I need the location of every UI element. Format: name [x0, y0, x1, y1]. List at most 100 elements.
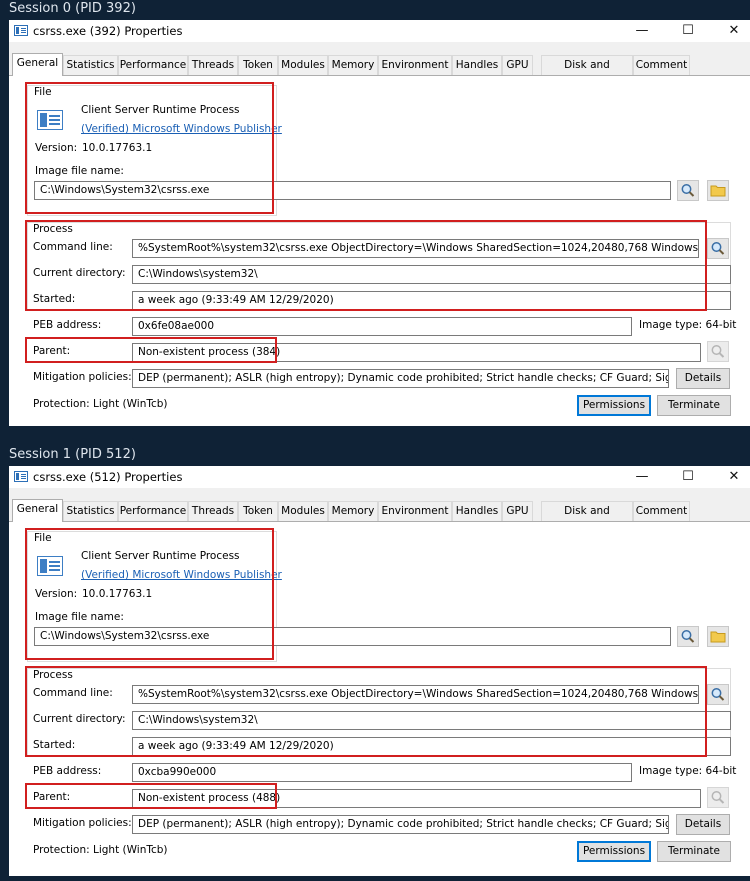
tab-performance[interactable]: Performance — [118, 501, 188, 521]
inspect-parent-button[interactable] — [707, 787, 729, 808]
tab-gpu[interactable]: GPU — [502, 501, 533, 521]
mitigation-policies-label: Mitigation policies: — [33, 371, 132, 383]
tab-memory[interactable]: Memory — [328, 501, 378, 521]
inspect-parent-button[interactable] — [707, 341, 729, 362]
parent-field[interactable]: Non-existent process (488) — [132, 789, 701, 808]
open-folder-button[interactable] — [707, 626, 729, 647]
tab-memory[interactable]: Memory — [328, 55, 378, 75]
session-0-section: Session 0 (PID 392) csrss.exe (392) Prop… — [0, 0, 750, 426]
tab-statistics[interactable]: Statistics — [63, 55, 118, 75]
tab-comment[interactable]: Comment — [633, 55, 690, 75]
terminate-button[interactable]: Terminate — [657, 395, 731, 416]
command-line-label: Command line: — [33, 687, 113, 699]
magnifier-icon — [711, 242, 725, 255]
command-line-label: Command line: — [33, 241, 113, 253]
maximize-button[interactable]: ☐ — [665, 20, 711, 42]
peb-address-label: PEB address: — [33, 765, 102, 777]
tab-general[interactable]: General — [12, 53, 63, 76]
inspect-command-line-button[interactable] — [707, 238, 729, 259]
tab-disk-and-network[interactable]: Disk and Network — [541, 55, 633, 90]
publisher-link[interactable]: (Verified) Microsoft Windows Publisher — [81, 569, 282, 581]
tab-general[interactable]: General — [12, 499, 63, 522]
permissions-button[interactable]: Permissions — [577, 841, 651, 862]
protection-text: Protection: Light (WinTcb) — [33, 844, 168, 856]
tab-gpu[interactable]: GPU — [502, 55, 533, 75]
version-label: Version: — [35, 142, 78, 154]
image-path-field[interactable]: C:\Windows\System32\csrss.exe — [34, 181, 671, 200]
session-caption: Session 0 (PID 392) — [9, 1, 136, 16]
maximize-button[interactable]: ☐ — [665, 466, 711, 488]
tab-environment[interactable]: Environment — [378, 55, 452, 75]
minimize-button[interactable]: — — [619, 466, 665, 488]
tab-comment[interactable]: Comment — [633, 501, 690, 521]
image-file-name-label: Image file name: — [35, 165, 124, 177]
started-field[interactable]: a week ago (9:33:49 AM 12/29/2020) — [132, 737, 731, 756]
command-line-field[interactable]: %SystemRoot%\system32\csrss.exe ObjectDi… — [132, 239, 699, 258]
mitigation-policies-label: Mitigation policies: — [33, 817, 132, 829]
tab-modules[interactable]: Modules — [278, 55, 328, 75]
details-button[interactable]: Details — [676, 368, 730, 389]
current-directory-field[interactable]: C:\Windows\system32\ — [132, 711, 731, 730]
general-panel: File Client Server Runtime Process (Veri… — [9, 75, 750, 426]
details-button[interactable]: Details — [676, 814, 730, 835]
process-group-label: Process — [33, 223, 73, 235]
publisher-link[interactable]: (Verified) Microsoft Windows Publisher — [81, 123, 282, 135]
started-field[interactable]: a week ago (9:33:49 AM 12/29/2020) — [132, 291, 731, 310]
tab-strip: General Statistics Performance Threads T… — [9, 499, 750, 536]
title-bar[interactable]: csrss.exe (392) Properties — ☐ ✕ — [9, 20, 750, 42]
peb-address-field[interactable]: 0xcba990e000 — [132, 763, 632, 782]
magnifier-icon — [681, 184, 695, 197]
search-online-button[interactable] — [677, 626, 699, 647]
mitigation-policies-field[interactable]: DEP (permanent); ASLR (high entropy); Dy… — [132, 369, 669, 388]
magnifier-icon — [681, 630, 695, 643]
current-directory-label: Current directory: — [33, 267, 126, 279]
window-app-icon — [14, 25, 28, 36]
image-path-field[interactable]: C:\Windows\System32\csrss.exe — [34, 627, 671, 646]
parent-label: Parent: — [33, 345, 71, 357]
version-label: Version: — [35, 588, 78, 600]
session-1-section: Session 1 (PID 512) csrss.exe (512) Prop… — [0, 446, 750, 876]
session-caption: Session 1 (PID 512) — [9, 447, 136, 462]
magnifier-icon — [711, 791, 725, 804]
title-bar[interactable]: csrss.exe (512) Properties — ☐ ✕ — [9, 466, 750, 488]
tab-statistics[interactable]: Statistics — [63, 501, 118, 521]
tab-performance[interactable]: Performance — [118, 55, 188, 75]
executable-icon — [37, 556, 63, 576]
tab-handles[interactable]: Handles — [452, 501, 502, 521]
file-group-label: File — [34, 532, 52, 544]
current-directory-label: Current directory: — [33, 713, 126, 725]
tab-environment[interactable]: Environment — [378, 501, 452, 521]
folder-icon — [710, 631, 726, 643]
open-folder-button[interactable] — [707, 180, 729, 201]
parent-field[interactable]: Non-existent process (384) — [132, 343, 701, 362]
tab-disk-and-network[interactable]: Disk and Network — [541, 501, 633, 536]
mitigation-policies-field[interactable]: DEP (permanent); ASLR (high entropy); Dy… — [132, 815, 669, 834]
tab-token[interactable]: Token — [238, 55, 278, 75]
terminate-button[interactable]: Terminate — [657, 841, 731, 862]
version-value: 10.0.17763.1 — [82, 588, 153, 600]
image-type-text: Image type: 64-bit — [639, 765, 737, 777]
started-label: Started: — [33, 739, 76, 751]
search-online-button[interactable] — [677, 180, 699, 201]
inspect-command-line-button[interactable] — [707, 684, 729, 705]
close-button[interactable]: ✕ — [711, 20, 750, 42]
permissions-button[interactable]: Permissions — [577, 395, 651, 416]
parent-label: Parent: — [33, 791, 71, 803]
close-button[interactable]: ✕ — [711, 466, 750, 488]
file-group-label: File — [34, 86, 52, 98]
tab-threads[interactable]: Threads — [188, 55, 238, 75]
tab-modules[interactable]: Modules — [278, 501, 328, 521]
minimize-button[interactable]: — — [619, 20, 665, 42]
command-line-field[interactable]: %SystemRoot%\system32\csrss.exe ObjectDi… — [132, 685, 699, 704]
started-label: Started: — [33, 293, 76, 305]
peb-address-field[interactable]: 0x6fe08ae000 — [132, 317, 632, 336]
file-description: Client Server Runtime Process — [81, 550, 240, 562]
window-title: csrss.exe (512) Properties — [33, 470, 183, 484]
tab-token[interactable]: Token — [238, 501, 278, 521]
tab-handles[interactable]: Handles — [452, 55, 502, 75]
folder-icon — [710, 185, 726, 197]
process-group-label: Process — [33, 669, 73, 681]
current-directory-field[interactable]: C:\Windows\system32\ — [132, 265, 731, 284]
version-value: 10.0.17763.1 — [82, 142, 153, 154]
tab-threads[interactable]: Threads — [188, 501, 238, 521]
